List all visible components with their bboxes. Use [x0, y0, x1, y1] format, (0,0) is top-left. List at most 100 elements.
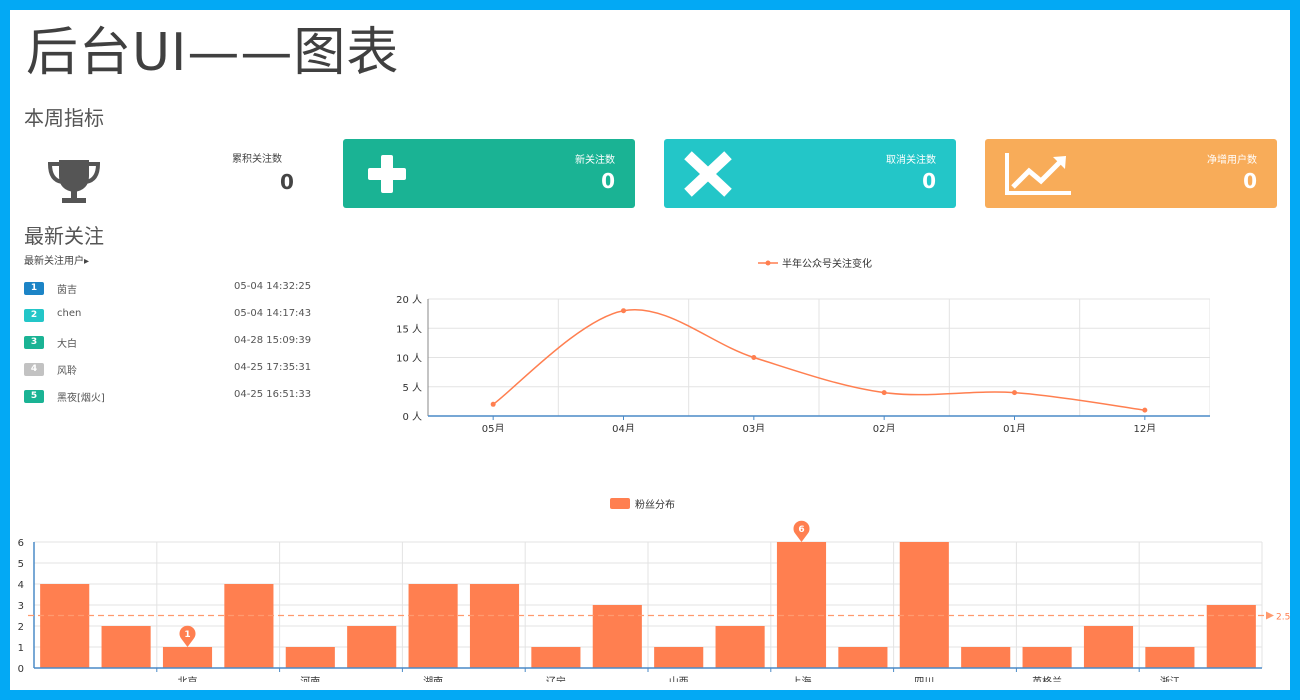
- cross-icon: [682, 149, 734, 197]
- net-growth-label: 净增用户数: [1207, 155, 1257, 166]
- latest-section-title: 最新关注: [24, 224, 104, 248]
- x-tick-label: 01月: [1003, 423, 1026, 432]
- bar: [347, 626, 397, 668]
- x-tick-label: 辽宁: [546, 675, 566, 682]
- y-tick-label: 20 人: [396, 294, 422, 306]
- plus-icon: [361, 149, 413, 197]
- x-tick-label: 北京: [178, 675, 198, 682]
- min-marker-pin-label: 1: [184, 630, 190, 640]
- net-growth-card: 净增用户数 0: [985, 139, 1277, 208]
- follow-time: 05-04 14:32:25: [234, 281, 312, 292]
- y-tick-label: 1: [18, 643, 24, 654]
- trend-up-icon: [1003, 149, 1073, 197]
- list-item: 2 chen 05-04 14:17:43: [24, 306, 324, 326]
- total-followers-label: 累积关注数: [232, 154, 282, 165]
- bar: [1145, 647, 1195, 668]
- user-name: 黑夜[烟火]: [57, 393, 105, 404]
- follow-time: 05-04 14:17:43: [234, 308, 312, 319]
- total-followers-value: 0: [280, 170, 294, 194]
- bar: [961, 647, 1011, 668]
- list-item: 5 黑夜[烟火] 04-25 16:51:33: [24, 387, 324, 407]
- user-name: 风聆: [57, 366, 77, 377]
- fan-distribution-bar-chart: 粉丝分布 0 1 2 3 4 5 6 北京 河南 湖南 辽宁 山西 上海 四川 英格兰 浙江 2.5 1 6: [18, 498, 1290, 682]
- trophy-icon: [44, 150, 104, 210]
- rank-badge: 3: [24, 336, 44, 349]
- bar: [899, 542, 949, 668]
- data-point: [881, 390, 887, 396]
- y-tick-label: 0 人: [402, 411, 422, 423]
- y-tick-label: 10 人: [396, 353, 422, 365]
- data-point: [751, 355, 757, 360]
- cancel-followers-card: 取消关注数 0: [664, 139, 956, 208]
- bar: [531, 647, 581, 668]
- x-tick-label: 02月: [873, 423, 896, 432]
- legend-marker: [765, 260, 771, 266]
- x-tick-label: 山西: [669, 676, 689, 682]
- y-tick-label: 15 人: [396, 323, 422, 335]
- weekly-section-title: 本周指标: [24, 106, 104, 130]
- new-followers-value: 0: [601, 169, 615, 193]
- latest-users-subtitle: 最新关注用户▸: [24, 256, 90, 267]
- bar: [224, 584, 274, 668]
- x-tick-label: 05月: [482, 423, 505, 432]
- legend-label: 半年公众号关注变化: [782, 257, 872, 270]
- follow-time: 04-28 15:09:39: [234, 335, 312, 346]
- page-title: 后台UI——图表: [26, 23, 400, 83]
- rank-badge: 1: [24, 282, 44, 295]
- bar: [1022, 647, 1072, 668]
- bar: [1083, 626, 1134, 668]
- bar: [654, 647, 704, 668]
- data-point: [621, 308, 626, 314]
- list-item: 3 大白 04-28 15:09:39: [24, 333, 324, 353]
- x-tick-label: 英格兰: [1032, 675, 1062, 682]
- y-tick-label: 2: [18, 622, 24, 633]
- legend-swatch: [610, 498, 630, 509]
- x-tick-label: 12月: [1133, 423, 1156, 432]
- user-name: 大白: [57, 339, 77, 350]
- follow-time: 04-25 17:35:31: [234, 362, 312, 373]
- new-followers-label: 新关注数: [575, 155, 615, 166]
- x-tick-label: 上海: [792, 675, 812, 682]
- list-item: 1 茵吉 05-04 14:32:25: [24, 279, 324, 299]
- y-tick-label: 4: [18, 580, 24, 591]
- y-tick-label: 5: [18, 559, 24, 570]
- list-item: 4 风聆 04-25 17:35:31: [24, 360, 324, 380]
- page-frame: 后台UI——图表 本周指标 累积关注数 0 新关注数 0 取消关注数 0 净增用…: [10, 10, 1290, 690]
- bar: [1206, 605, 1256, 668]
- x-tick-label: 04月: [612, 423, 635, 432]
- follower-trend-line-chart: 半年公众号关注变化 0 人 5 人 10 人 15 人 20 人 05月 04月 03月 02月 0…: [396, 257, 1210, 432]
- y-tick-label: 5 人: [402, 382, 422, 394]
- bar: [838, 647, 888, 668]
- x-tick-label: 03月: [742, 423, 765, 432]
- cancel-followers-label: 取消关注数: [886, 155, 936, 166]
- bar: [469, 584, 520, 668]
- new-followers-card: 新关注数 0: [343, 139, 635, 208]
- legend-label: 粉丝分布: [635, 498, 675, 511]
- average-line-label: 2.5: [1276, 613, 1290, 623]
- x-tick-label: 浙江: [1160, 676, 1180, 682]
- bar: [40, 584, 90, 668]
- cancel-followers-value: 0: [922, 169, 936, 193]
- bar: [776, 542, 827, 668]
- y-tick-label: 0: [18, 664, 24, 675]
- bar: [592, 605, 642, 668]
- rank-badge: 2: [24, 309, 44, 322]
- max-marker-pin-label: 6: [798, 525, 804, 535]
- bar: [162, 647, 213, 668]
- x-tick-label: 河南: [300, 675, 320, 682]
- x-tick-label: 湖南: [423, 675, 443, 682]
- y-tick-label: 3: [18, 601, 24, 612]
- bar: [408, 584, 458, 668]
- y-tick-label: 6: [18, 538, 24, 549]
- average-line-arrow: [1266, 611, 1274, 620]
- bar: [715, 626, 765, 668]
- x-tick-label: 四川: [914, 677, 934, 682]
- user-name: chen: [57, 308, 82, 319]
- rank-badge: 4: [24, 363, 44, 376]
- data-point: [490, 401, 496, 407]
- user-name: 茵吉: [57, 285, 77, 296]
- data-point: [1012, 390, 1017, 396]
- follow-time: 04-25 16:51:33: [234, 389, 312, 400]
- net-growth-value: 0: [1243, 169, 1257, 193]
- rank-badge: 5: [24, 390, 44, 403]
